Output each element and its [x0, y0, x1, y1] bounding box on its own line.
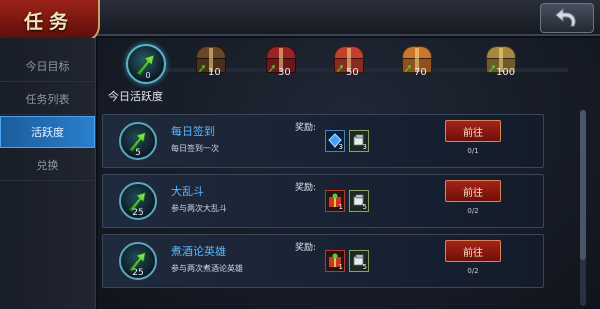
task-orb: 25: [119, 242, 157, 280]
task-name: 每日签到: [171, 125, 215, 138]
page-title: 任务: [23, 10, 74, 33]
scroll-thumb[interactable]: [580, 110, 586, 260]
task-row-brawl: 25 大乱斗 参与两次大乱斗 奖励: 1 5 前往 0/2: [102, 174, 544, 228]
task-name: 煮酒论英雄: [171, 245, 226, 258]
back-button[interactable]: [540, 3, 594, 33]
mini-arrow-icon: [405, 65, 411, 72]
title-tab: 任务: [0, 0, 100, 42]
reward-item[interactable]: 5: [349, 190, 369, 212]
task-desc: 参与两次大乱斗: [171, 204, 227, 213]
task-desc: 参与两次煮酒论英雄: [171, 264, 243, 273]
reward-count: 1: [338, 263, 343, 271]
chest-value: 30: [278, 67, 291, 78]
sidebar-item-task-list[interactable]: 任务列表: [0, 83, 95, 115]
reward-item[interactable]: 3: [325, 130, 345, 152]
task-row-daily-signin: 5 每日签到 每日签到一次 奖励: 3 3 前往 0/1: [102, 114, 544, 168]
chest-value: 70: [414, 67, 427, 78]
reward-item[interactable]: 5: [349, 250, 369, 272]
sidebar-item-daily-goal[interactable]: 今日目标: [0, 50, 95, 82]
sidebar: 今日目标 任务列表 活跃度 兑换: [0, 38, 96, 309]
sidebar-item-label: 活跃度: [31, 126, 64, 139]
mini-arrow-icon: [269, 65, 275, 72]
mini-arrow-icon: [199, 65, 205, 72]
back-arrow-icon: [555, 7, 576, 27]
reward-item[interactable]: 1: [325, 190, 345, 212]
activity-label: 今日活跃度: [108, 90, 163, 103]
sidebar-item-label: 任务列表: [25, 92, 70, 106]
mini-arrow-icon: [337, 65, 343, 72]
chest-value: 100: [496, 67, 516, 78]
reward-count: 3: [338, 143, 343, 151]
task-orb: 25: [119, 182, 157, 220]
activity-orb: 0: [126, 44, 166, 84]
sidebar-item-activity[interactable]: 活跃度: [0, 116, 95, 148]
scrollbar[interactable]: [580, 110, 586, 306]
task-progress: 0/2: [467, 267, 479, 275]
reward-count: 5: [362, 263, 367, 271]
reward-label: 奖励:: [295, 123, 317, 133]
reward-count: 1: [338, 203, 343, 211]
go-button[interactable]: 前往: [445, 240, 501, 262]
activity-current: 0: [145, 71, 151, 80]
reward-item[interactable]: 3: [349, 130, 369, 152]
reward-item[interactable]: 1: [325, 250, 345, 272]
sidebar-item-label: 兑换: [36, 158, 59, 172]
reward-label: 奖励:: [295, 183, 317, 193]
reward-count: 5: [362, 203, 367, 211]
reward-label: 奖励:: [295, 243, 317, 253]
task-row-heroes: 25 煮酒论英雄 参与两次煮酒论英雄 奖励: 1 5 前往 0/2: [102, 234, 544, 288]
reward-count: 3: [362, 143, 367, 151]
go-button[interactable]: 前往: [445, 180, 501, 202]
chest-value: 50: [346, 67, 359, 78]
main-panel: 0 今日活跃度 10 30 50 70 100 5 每日签到 每日签到一次 奖励…: [98, 38, 600, 309]
activity-progress: 0 今日活跃度 10 30 50 70 100: [98, 38, 598, 110]
task-progress: 0/1: [467, 147, 479, 155]
sidebar-item-label: 今日目标: [25, 59, 70, 73]
task-name: 大乱斗: [171, 185, 204, 198]
go-button[interactable]: 前往: [445, 120, 501, 142]
mini-arrow-icon: [489, 65, 495, 72]
task-orb: 5: [119, 122, 157, 160]
sidebar-item-exchange[interactable]: 兑换: [0, 149, 95, 181]
chest-value: 10: [208, 67, 221, 78]
task-progress: 0/2: [467, 207, 479, 215]
task-points: 5: [135, 148, 141, 158]
task-desc: 每日签到一次: [171, 144, 219, 153]
task-points: 25: [132, 208, 144, 218]
task-points: 25: [132, 268, 144, 278]
